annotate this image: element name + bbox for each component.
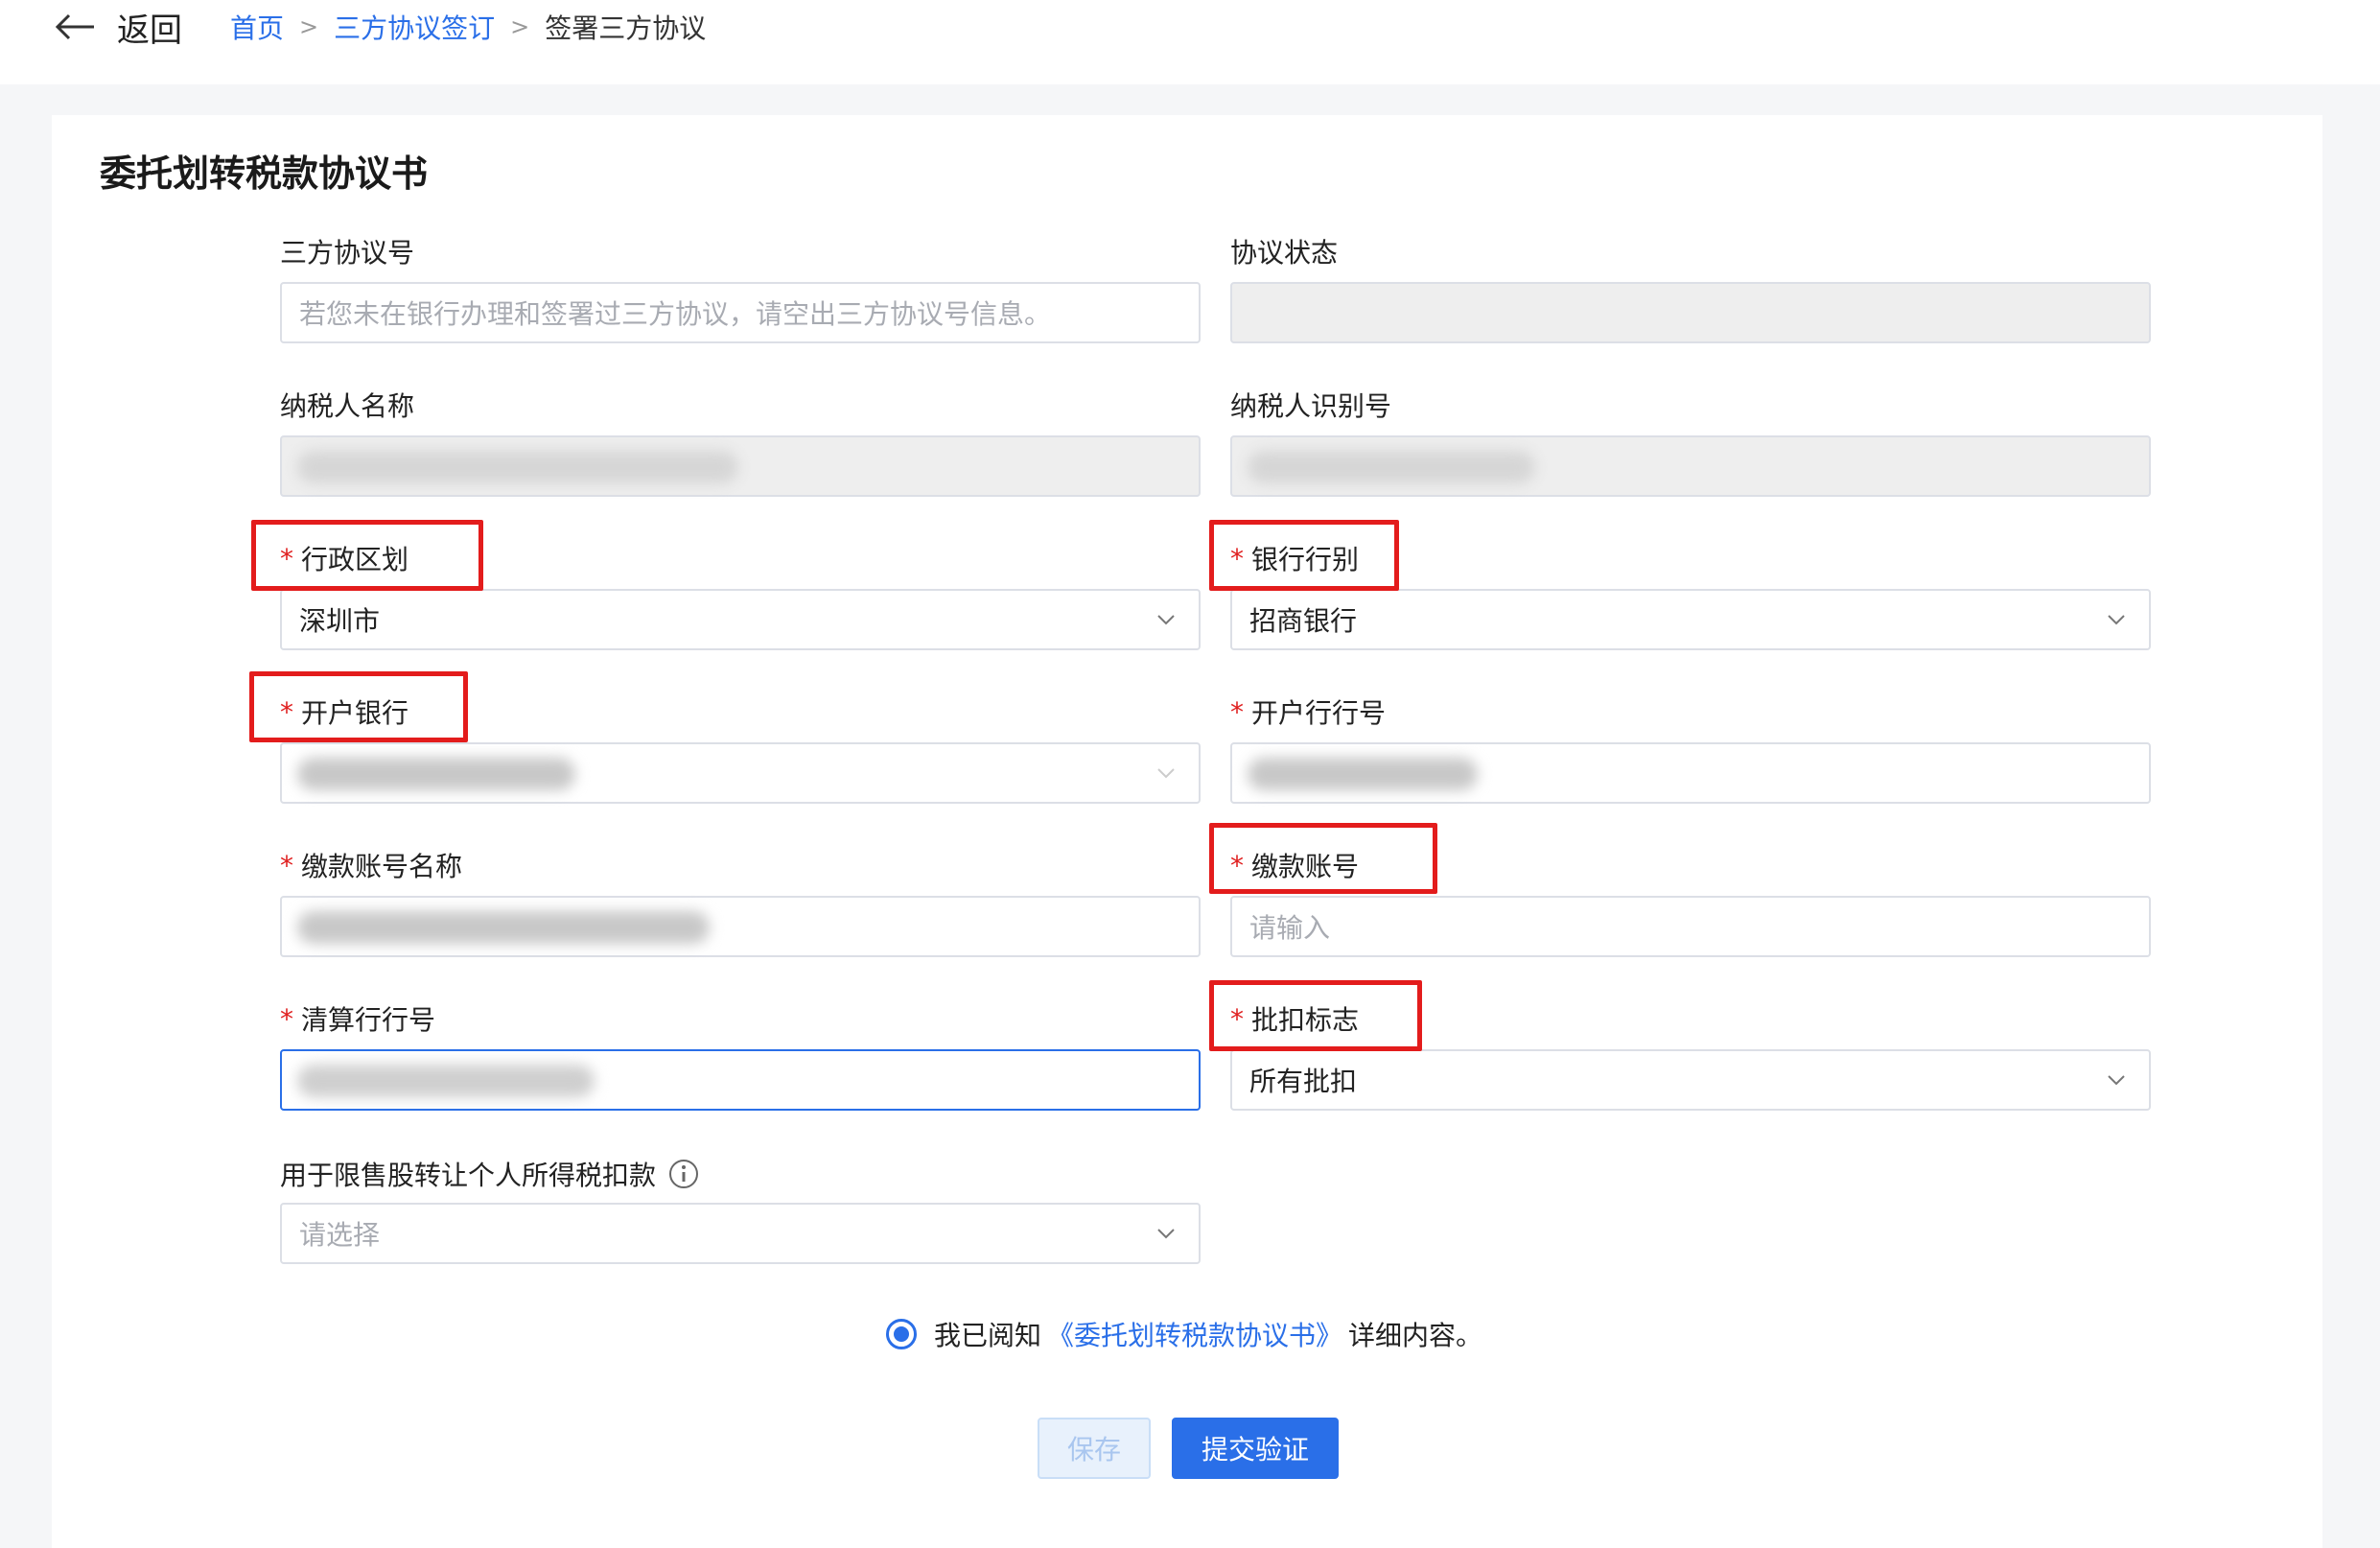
breadcrumb-home[interactable]: 首页 [230, 8, 284, 46]
redacted-value [297, 1065, 595, 1097]
submit-button[interactable]: 提交验证 [1172, 1418, 1339, 1479]
region-select[interactable]: 深圳市 [280, 589, 1201, 650]
account-no-placeholder: 请输入 [1249, 912, 1331, 944]
redacted-value [297, 911, 710, 944]
required-mark: * [280, 542, 293, 575]
batch-flag-label-text: 批扣标志 [1251, 1004, 1360, 1036]
redacted-value [1248, 451, 1535, 483]
restricted-stock-placeholder: 请选择 [299, 1219, 381, 1251]
breadcrumb-separator: > [510, 13, 530, 40]
chevron-down-icon [1157, 768, 1175, 779]
taxpayer-id-label-text: 纳税人识别号 [1230, 390, 1392, 422]
page-title: 委托划转税款协议书 [100, 152, 429, 195]
region-label: * 行政区划 [280, 539, 408, 577]
breadcrumb-parent[interactable]: 三方协议签订 [334, 8, 495, 46]
account-no-input[interactable]: 请输入 [1230, 896, 2151, 957]
taxpayer-id-label: 纳税人识别号 [1230, 386, 1391, 424]
taxpayer-name-field [280, 435, 1201, 497]
account-no-label-text: 缴款账号 [1251, 851, 1360, 882]
agreement-row: 我已阅知 《委托划转税款协议书》 详细内容。 [886, 1314, 1482, 1354]
required-mark: * [1230, 849, 1244, 881]
agreement-status-label-text: 协议状态 [1230, 237, 1339, 269]
batch-flag-value: 所有批扣 [1249, 1066, 1358, 1097]
agreement-status-field [1230, 282, 2151, 343]
clearing-bank-no-label: * 清算行行号 [280, 999, 435, 1038]
restricted-stock-label: 用于限售股转让个人所得税扣款 [280, 1155, 700, 1193]
chevron-down-icon [1157, 615, 1175, 625]
bank-type-value: 招商银行 [1249, 605, 1358, 637]
taxpayer-name-label-text: 纳税人名称 [280, 390, 415, 422]
open-bank-no-input[interactable] [1230, 742, 2151, 804]
radio-dot [894, 1326, 909, 1342]
region-value: 深圳市 [299, 605, 381, 637]
restricted-stock-select[interactable]: 请选择 [280, 1203, 1201, 1264]
chevron-down-icon [2108, 1075, 2125, 1086]
required-mark: * [1230, 695, 1244, 728]
save-button[interactable]: 保存 [1038, 1418, 1151, 1479]
account-name-label-text: 缴款账号名称 [301, 851, 463, 882]
required-mark: * [280, 849, 293, 881]
redacted-value [297, 758, 575, 790]
account-no-label: * 缴款账号 [1230, 846, 1359, 884]
agreement-radio[interactable] [886, 1319, 917, 1349]
back-label: 返回 [117, 11, 182, 50]
taxpayer-id-field [1230, 435, 2151, 497]
open-bank-select[interactable] [280, 742, 1201, 804]
agreement-suffix: 详细内容。 [1348, 1320, 1483, 1351]
bank-type-select[interactable]: 招商银行 [1230, 589, 2151, 650]
open-bank-no-label: * 开户行行号 [1230, 692, 1386, 731]
batch-flag-select[interactable]: 所有批扣 [1230, 1049, 2151, 1111]
restricted-stock-label-text: 用于限售股转让个人所得税扣款 [280, 1160, 657, 1191]
back-button[interactable]: 返回 [54, 8, 182, 50]
redacted-value [1248, 758, 1478, 790]
agreement-no-input[interactable]: 若您未在银行办理和签署过三方协议，请空出三方协议号信息。 [280, 282, 1201, 343]
agreement-link[interactable]: 《委托划转税款协议书》 [1047, 1315, 1342, 1353]
bank-type-label-text: 银行行别 [1251, 544, 1360, 575]
open-bank-label: * 开户银行 [280, 692, 408, 731]
account-name-label: * 缴款账号名称 [280, 846, 462, 884]
bank-type-label: * 银行行别 [1230, 539, 1359, 577]
account-name-input[interactable] [280, 896, 1201, 957]
arrow-left-icon [55, 13, 94, 40]
open-bank-no-label-text: 开户行行号 [1251, 697, 1387, 729]
info-circle-icon[interactable] [667, 1158, 700, 1190]
agreement-status-label: 协议状态 [1230, 232, 1338, 270]
taxpayer-name-label: 纳税人名称 [280, 386, 414, 424]
clearing-bank-no-input[interactable] [280, 1049, 1201, 1111]
required-mark: * [1230, 1002, 1244, 1035]
batch-flag-label: * 批扣标志 [1230, 999, 1359, 1038]
breadcrumb-current: 签署三方协议 [545, 12, 707, 44]
agreement-no-placeholder: 若您未在银行办理和签署过三方协议，请空出三方协议号信息。 [299, 298, 1052, 330]
breadcrumb-separator: > [299, 13, 319, 40]
chevron-down-icon [1157, 1229, 1175, 1239]
clearing-bank-no-label-text: 清算行行号 [301, 1004, 436, 1036]
required-mark: * [1230, 542, 1244, 575]
agreement-no-label: 三方协议号 [280, 232, 414, 270]
agreement-no-label-text: 三方协议号 [280, 237, 415, 269]
chevron-down-icon [2108, 615, 2125, 625]
agreement-prefix: 我已阅知 [934, 1320, 1042, 1351]
region-label-text: 行政区划 [301, 544, 409, 575]
required-mark: * [280, 695, 293, 728]
redacted-value [297, 451, 738, 483]
top-bar: 返回 首页 > 三方协议签订 > 签署三方协议 [0, 0, 2380, 84]
breadcrumb: 首页 > 三方协议签订 > 签署三方协议 [230, 8, 706, 46]
open-bank-label-text: 开户银行 [301, 697, 409, 729]
required-mark: * [280, 1002, 293, 1035]
